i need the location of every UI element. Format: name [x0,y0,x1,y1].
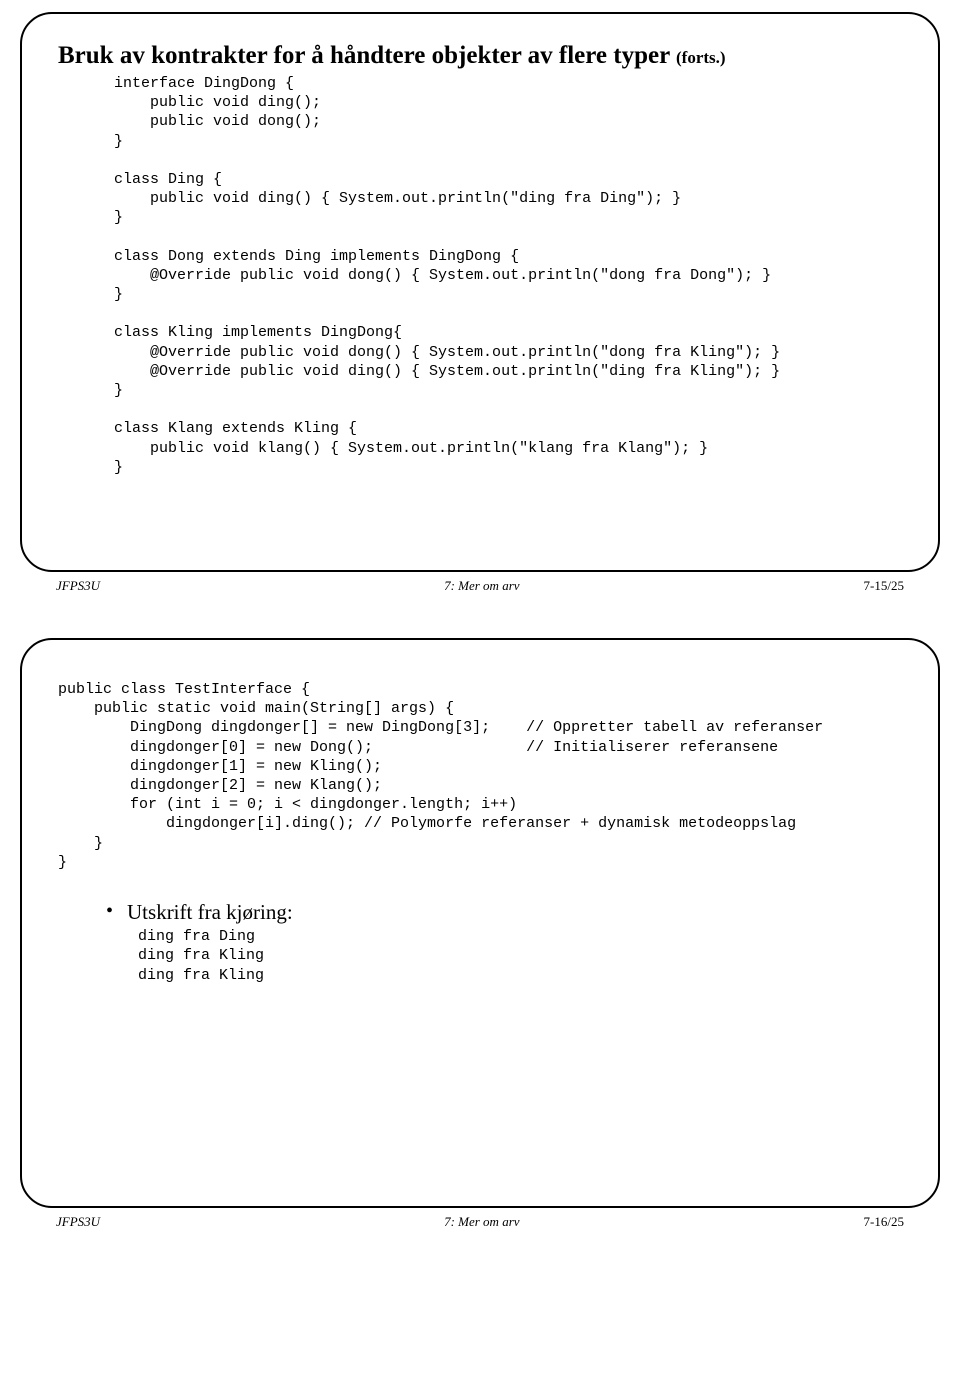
footer-right: 7-16/25 [864,1214,904,1230]
footer-mid: 7: Mer om arv [444,578,519,594]
bullet-icon: • [106,900,113,922]
slide-title: Bruk av kontrakter for å håndtere objekt… [58,42,902,70]
code-block-1: interface DingDong { public void ding();… [114,74,902,477]
code-block-2: public class TestInterface { public stat… [58,680,902,872]
footer-2: JFPS3U 7: Mer om arv 7-16/25 [20,1208,940,1254]
output-line: ding fra Kling [138,946,902,966]
footer-mid: 7: Mer om arv [444,1214,519,1230]
slide-card-1: Bruk av kontrakter for å håndtere objekt… [20,12,940,572]
output-line: ding fra Kling [138,966,902,986]
title-suffix: (forts.) [676,48,726,67]
footer-left: JFPS3U [56,578,100,594]
footer-right: 7-15/25 [864,578,904,594]
bullet-label: Utskrift fra kjøring: [127,900,293,925]
output-block: ding fra Ding ding fra Kling ding fra Kl… [138,927,902,986]
footer-1: JFPS3U 7: Mer om arv 7-15/25 [20,572,940,618]
output-line: ding fra Ding [138,927,902,947]
slide-card-2: public class TestInterface { public stat… [20,638,940,1208]
title-main: Bruk av kontrakter for å håndtere objekt… [58,42,676,69]
bullet-item: • Utskrift fra kjøring: [106,900,902,925]
footer-left: JFPS3U [56,1214,100,1230]
